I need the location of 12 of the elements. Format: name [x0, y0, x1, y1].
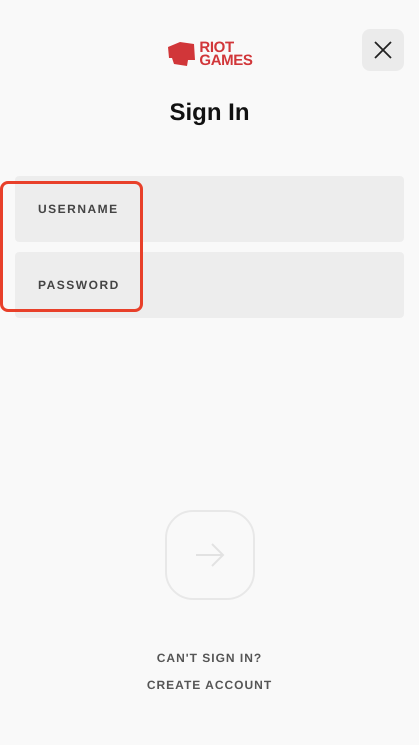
logo-text: RIOT [199, 41, 234, 54]
input-field[interactable]: USERNAME [15, 176, 404, 242]
text-link[interactable]: CREATE ACCOUNT [146, 677, 272, 693]
input-field[interactable]: PASSWORD [15, 252, 404, 318]
fist-icon [166, 41, 196, 67]
close-button[interactable] [362, 29, 404, 71]
text-link[interactable]: CAN'T SIGN IN? [156, 650, 262, 666]
logo-text: GAMES [199, 54, 253, 67]
close-icon [374, 41, 392, 59]
field-label: USERNAME [38, 201, 119, 218]
field-label: PASSWORD [38, 277, 120, 294]
page-title: Sign In [170, 99, 250, 127]
